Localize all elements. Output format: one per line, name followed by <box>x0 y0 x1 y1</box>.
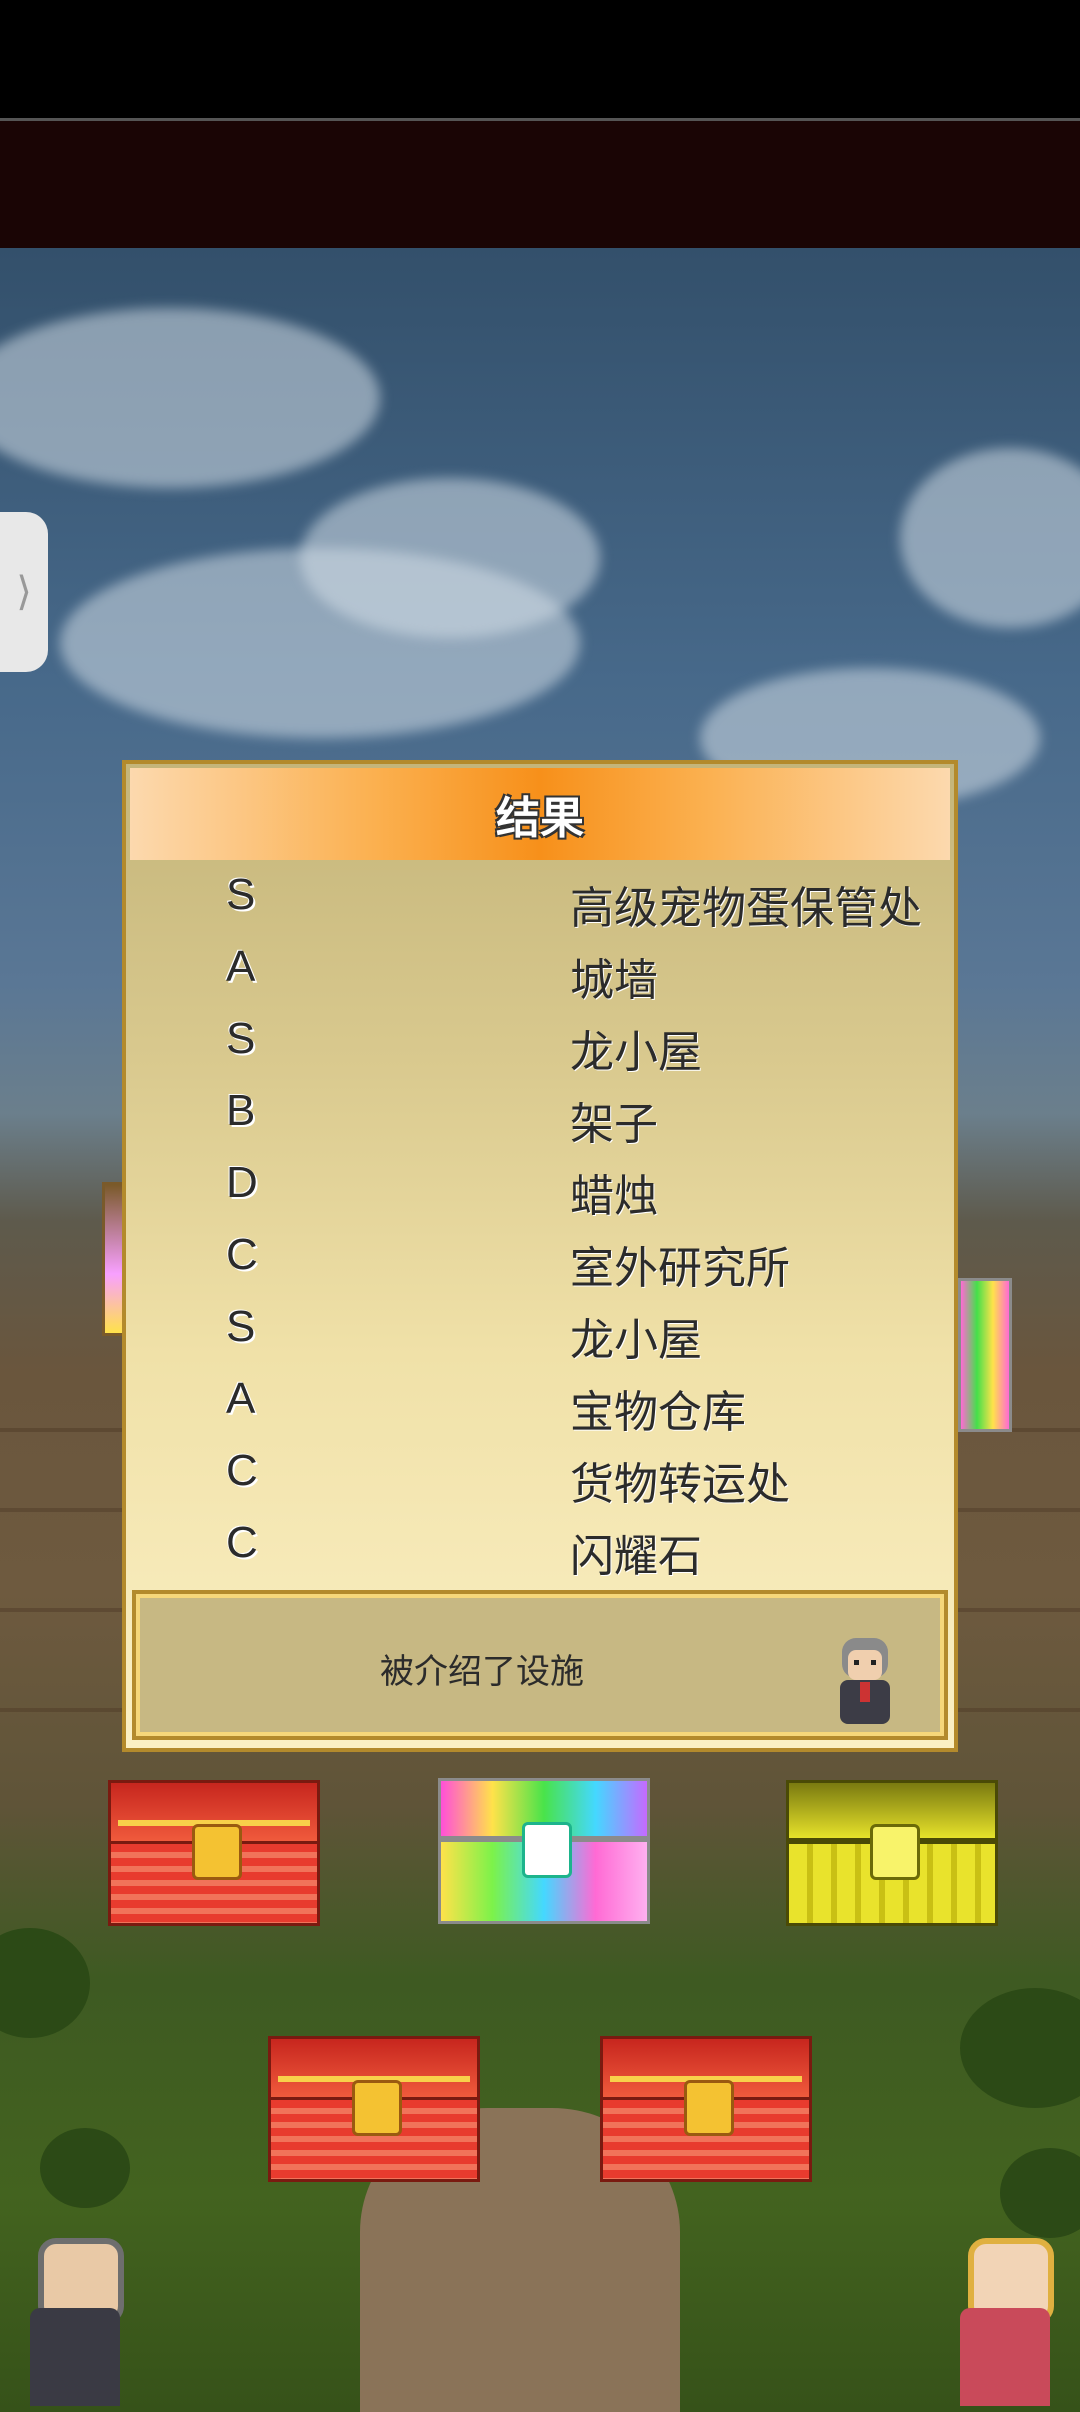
result-grade: S <box>226 1014 256 1063</box>
result-row: D 蜡烛 <box>126 1150 954 1222</box>
red-treasure-chest-icon <box>684 2079 734 2136</box>
rainbow-treasure-chest-icon <box>522 1821 572 1878</box>
result-grade: D <box>226 1158 258 1207</box>
result-grade: B <box>226 1086 256 1135</box>
gold-treasure-chest-icon <box>870 1823 920 1880</box>
result-grade: S <box>226 870 256 919</box>
result-row: A 宝物仓库 <box>126 1366 954 1438</box>
result-facility-name: 龙小屋 <box>570 1027 702 1078</box>
result-row: S 龙小屋 <box>126 1294 954 1366</box>
dialog-header: 结果 <box>130 768 950 860</box>
chest-red-2[interactable] <box>268 2036 480 2182</box>
chest-gold[interactable] <box>786 1780 998 1926</box>
result-row: S 龙小屋 <box>126 1006 954 1078</box>
result-facility-name: 城墙 <box>570 955 658 1006</box>
result-facility-name: 货物转运处 <box>570 1459 790 1510</box>
result-grade: A <box>226 942 256 991</box>
game-top-bar <box>0 121 1080 248</box>
result-facility-name: 宝物仓库 <box>570 1387 746 1438</box>
red-treasure-chest-icon <box>352 2079 402 2136</box>
results-list: S 高级宠物蛋保管处 A 城墙 S 龙小屋 B 架子 D 蜡烛 C 室外研究所 S 龙小屋 A… <box>126 862 954 1582</box>
red-treasure-chest-icon <box>192 1823 242 1880</box>
result-grade: C <box>226 1446 258 1495</box>
result-row: C 室外研究所 <box>126 1222 954 1294</box>
status-bar <box>0 0 1080 121</box>
result-facility-name: 室外研究所 <box>570 1243 790 1294</box>
side-drawer-tab[interactable]: ⟩ <box>0 512 48 672</box>
result-facility-name: 闪耀石 <box>570 1531 702 1582</box>
result-facility-name: 蜡烛 <box>570 1171 658 1222</box>
result-row: C 货物转运处 <box>126 1438 954 1510</box>
partial-chest-right <box>958 1278 1012 1432</box>
dialog-title: 结果 <box>496 793 584 844</box>
result-facility-name: 高级宠物蛋保管处 <box>570 883 922 934</box>
result-row: A 城墙 <box>126 934 954 1006</box>
result-row: C 闪耀石 <box>126 1510 954 1582</box>
message-text: 被介绍了设施 <box>380 1652 584 1692</box>
chest-rainbow[interactable] <box>438 1778 650 1924</box>
character-right-girl <box>950 2238 1060 2406</box>
result-row: B 架子 <box>126 1078 954 1150</box>
results-dialog: 结果 S 高级宠物蛋保管处 A 城墙 S 龙小屋 B 架子 D 蜡烛 C 室外研究所 S 龙小… <box>122 760 958 1752</box>
result-facility-name: 龙小屋 <box>570 1315 702 1366</box>
result-row: S 高级宠物蛋保管处 <box>126 862 954 934</box>
result-facility-name: 架子 <box>570 1099 658 1150</box>
result-grade: A <box>226 1374 256 1423</box>
result-grade: C <box>226 1230 258 1279</box>
chest-red-1[interactable] <box>108 1780 320 1926</box>
result-grade: C <box>226 1518 258 1567</box>
character-left-old-man <box>20 2238 130 2406</box>
advisor-portrait-icon <box>840 1638 890 1724</box>
result-grade: S <box>226 1302 256 1351</box>
chest-red-3[interactable] <box>600 2036 812 2182</box>
chevron-right-icon: ⟩ <box>16 569 32 615</box>
message-box[interactable]: 被介绍了设施 <box>132 1590 948 1740</box>
